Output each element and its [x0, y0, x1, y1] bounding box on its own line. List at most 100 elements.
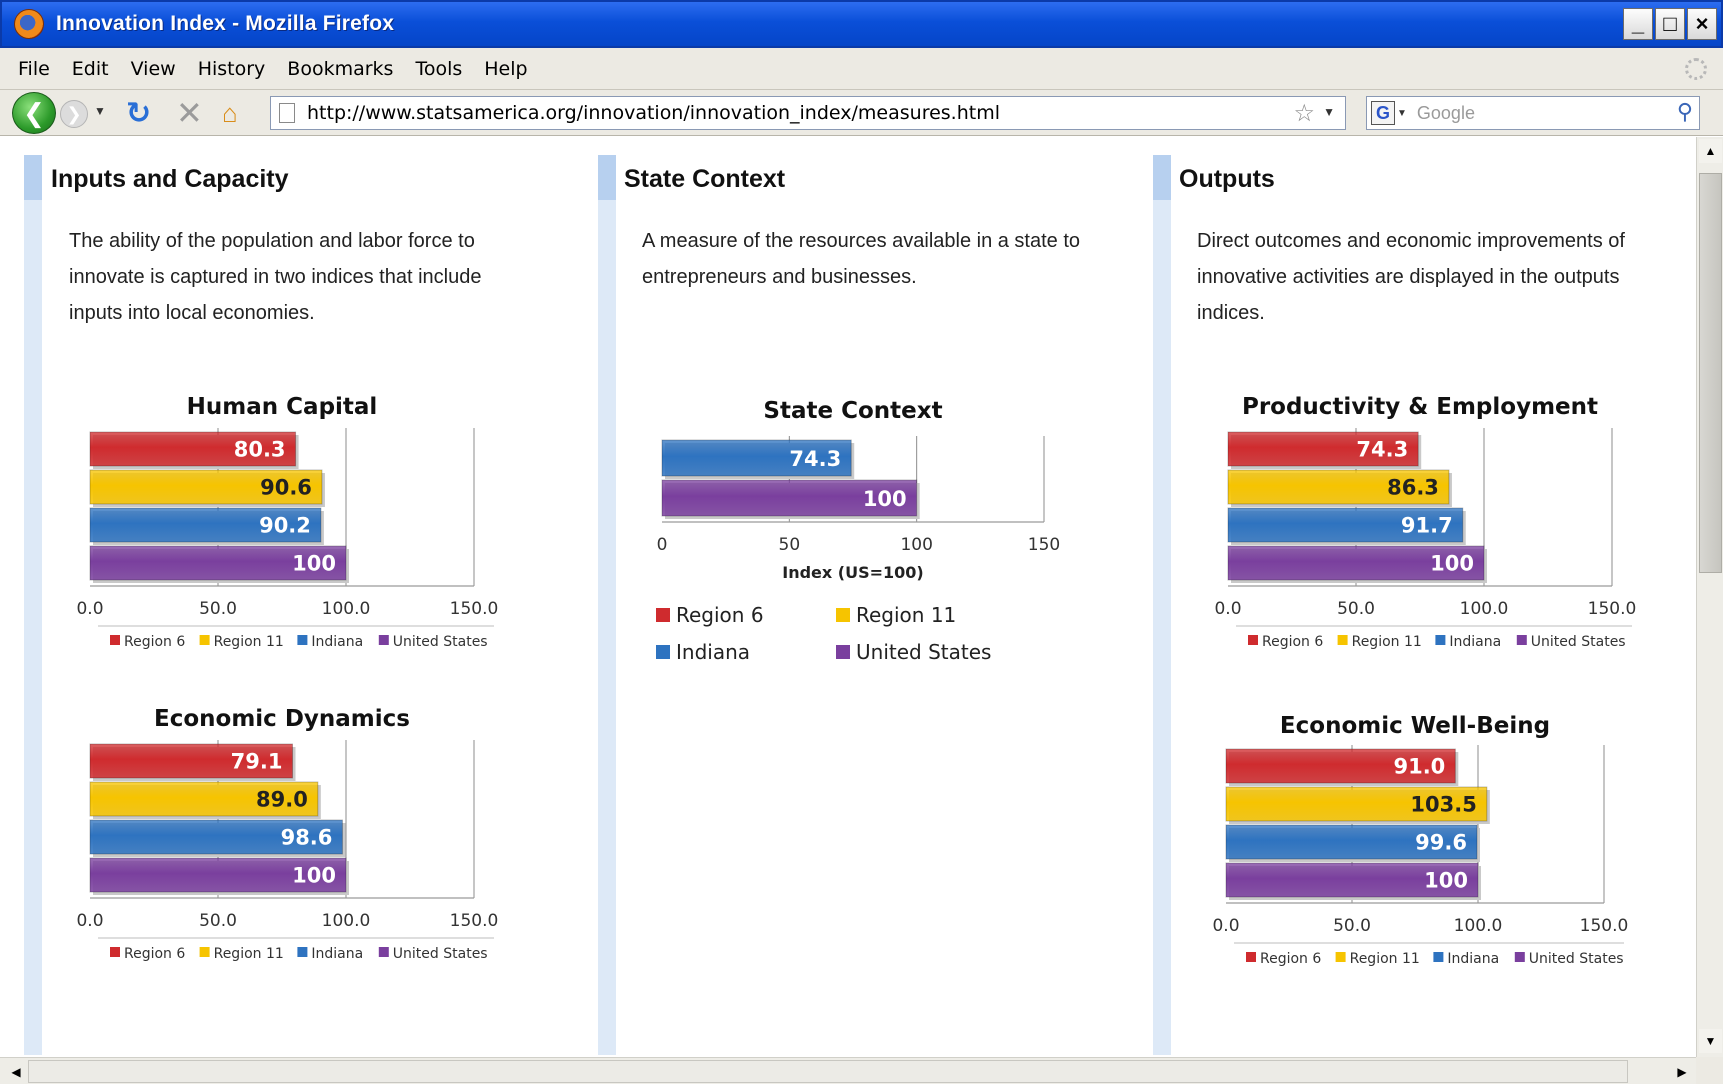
home-icon[interactable]: ⌂ — [222, 98, 238, 129]
data-label: 100 — [292, 551, 336, 575]
horizontal-scrollbar[interactable]: ◀ ▶ — [0, 1057, 1696, 1084]
scrollbar-corner — [1696, 1057, 1723, 1084]
legend-swatch — [1516, 635, 1527, 645]
description-line: innovate is captured in two indices that… — [69, 266, 482, 288]
column-accent — [598, 155, 616, 1055]
google-engine-icon[interactable]: G — [1371, 101, 1395, 125]
legend-swatch — [1335, 952, 1346, 962]
tick-label: 150.0 — [450, 599, 499, 619]
legend-label: Region 6 — [1260, 951, 1321, 967]
scroll-right-icon[interactable]: ▶ — [1670, 1060, 1694, 1083]
legend-swatch — [1246, 952, 1256, 962]
close-button[interactable]: × — [1687, 8, 1717, 40]
tick-label: 150.0 — [1588, 599, 1637, 619]
horizontal-scroll-thumb[interactable] — [28, 1060, 1628, 1083]
data-label: 86.3 — [1387, 475, 1439, 499]
legend-swatch — [297, 947, 308, 957]
column-accent — [24, 155, 42, 1055]
menu-bookmarks[interactable]: Bookmarks — [287, 58, 393, 80]
tick-label: 100 — [900, 535, 932, 555]
back-arrow-icon: ❮ — [23, 97, 45, 128]
menu-tools[interactable]: Tools — [415, 58, 462, 80]
search-input[interactable]: Google — [1417, 103, 1475, 124]
legend-swatch — [110, 635, 120, 645]
stop-icon[interactable]: ✕ — [176, 94, 203, 132]
forward-arrow-icon: ❯ — [66, 103, 82, 124]
bookmark-star-icon[interactable]: ☆ — [1293, 99, 1315, 128]
navigation-toolbar: ❮ ❯ ▼ ↻ ✕ ⌂ http://www.statsamerica.org/… — [0, 90, 1723, 136]
data-label: 99.6 — [1415, 830, 1467, 854]
data-label: 100 — [1430, 551, 1474, 575]
chart-title: Economic Well-Being — [1280, 713, 1550, 739]
tick-label: 50 — [779, 535, 801, 555]
search-icon[interactable]: ⚲ — [1677, 99, 1693, 125]
description-line: Direct outcomes and economic improvement… — [1197, 230, 1625, 252]
legend-swatch — [836, 645, 850, 659]
throbber-icon — [1685, 58, 1707, 80]
legend-swatch — [1514, 952, 1525, 962]
tick-label: 50.0 — [1337, 599, 1375, 619]
legend-label: Indiana — [676, 640, 750, 664]
legend-swatch — [199, 947, 210, 957]
description-line: A measure of the resources available in … — [642, 230, 1081, 252]
chart-productivity-employment: Productivity & Employment 0.0 50.0 100.0 150… — [1214, 394, 1637, 650]
legend-label: Indiana — [311, 634, 363, 650]
scroll-down-icon[interactable]: ▼ — [1699, 1029, 1722, 1053]
menu-bar: File Edit View History Bookmarks Tools H… — [0, 48, 1723, 90]
column-heading: State Context — [624, 165, 786, 193]
vertical-scrollbar[interactable]: ▲ ▼ — [1696, 137, 1723, 1057]
column-heading: Inputs and Capacity — [51, 165, 289, 193]
x-axis-title: Index (US=100) — [782, 563, 923, 582]
legend-label: Region 6 — [124, 634, 185, 650]
chart-title: Human Capital — [187, 394, 378, 420]
tick-label: 100.0 — [322, 599, 371, 619]
window-title-bar[interactable]: Innovation Index - Mozilla Firefox _ □ × — [0, 0, 1723, 48]
legend-label: Region 11 — [214, 946, 284, 962]
legend-swatch — [836, 608, 850, 622]
chart-human-capital: Human Capital 0.0 50.0 100.0 150.0 80.3 90.6 90… — [76, 394, 499, 650]
menu-view[interactable]: View — [131, 58, 176, 80]
menu-help[interactable]: Help — [484, 58, 527, 80]
menu-edit[interactable]: Edit — [72, 58, 109, 80]
legend-label: Region 11 — [1350, 951, 1420, 967]
tick-label: 50.0 — [1333, 916, 1371, 936]
tick-label: 0.0 — [76, 911, 103, 931]
column-description: A measure of the resources available in … — [642, 223, 1080, 295]
data-label: 91.0 — [1393, 754, 1445, 778]
reload-icon[interactable]: ↻ — [126, 96, 151, 131]
data-label: 90.2 — [259, 513, 311, 537]
legend-label: Region 11 — [1352, 634, 1422, 650]
address-bar[interactable]: http://www.statsamerica.org/innovation/i… — [270, 96, 1346, 130]
tick-label: 0.0 — [1212, 916, 1239, 936]
legend-swatch — [656, 608, 670, 622]
tick-label: 0.0 — [76, 599, 103, 619]
firefox-logo-icon — [14, 9, 44, 39]
minimize-button[interactable]: _ — [1623, 8, 1653, 40]
description-line: indices. — [1197, 302, 1265, 324]
history-dropdown-icon[interactable]: ▼ — [94, 104, 106, 118]
data-label: 103.5 — [1410, 792, 1476, 816]
description-line: inputs into local economies. — [69, 302, 315, 324]
engine-dropdown-icon[interactable]: ▼ — [1397, 108, 1407, 119]
menu-file[interactable]: File — [18, 58, 50, 80]
tick-label: 100.0 — [322, 911, 371, 931]
vertical-scroll-thumb[interactable] — [1699, 173, 1722, 573]
column-heading: Outputs — [1179, 165, 1275, 193]
tick-label: 100.0 — [1454, 916, 1503, 936]
page-icon — [279, 103, 295, 123]
chart-title: Productivity & Employment — [1242, 394, 1598, 420]
url-dropdown-icon[interactable]: ▼ — [1323, 105, 1335, 119]
legend-label: Region 6 — [676, 603, 764, 627]
scroll-left-icon[interactable]: ◀ — [4, 1060, 28, 1083]
legend-label: Region 6 — [124, 946, 185, 962]
forward-button[interactable]: ❯ — [60, 100, 88, 128]
legend-swatch — [1435, 635, 1446, 645]
scroll-up-icon[interactable]: ▲ — [1699, 139, 1722, 163]
page-content: Inputs and Capacity The ability of the p… — [0, 137, 1696, 1057]
data-label: 74.3 — [1356, 437, 1408, 461]
maximize-button[interactable]: □ — [1655, 8, 1685, 40]
url-text[interactable]: http://www.statsamerica.org/innovation/i… — [307, 102, 1000, 124]
search-bar[interactable]: G ▼ Google ⚲ — [1366, 96, 1700, 130]
back-button[interactable]: ❮ — [12, 92, 56, 134]
menu-history[interactable]: History — [198, 58, 266, 80]
